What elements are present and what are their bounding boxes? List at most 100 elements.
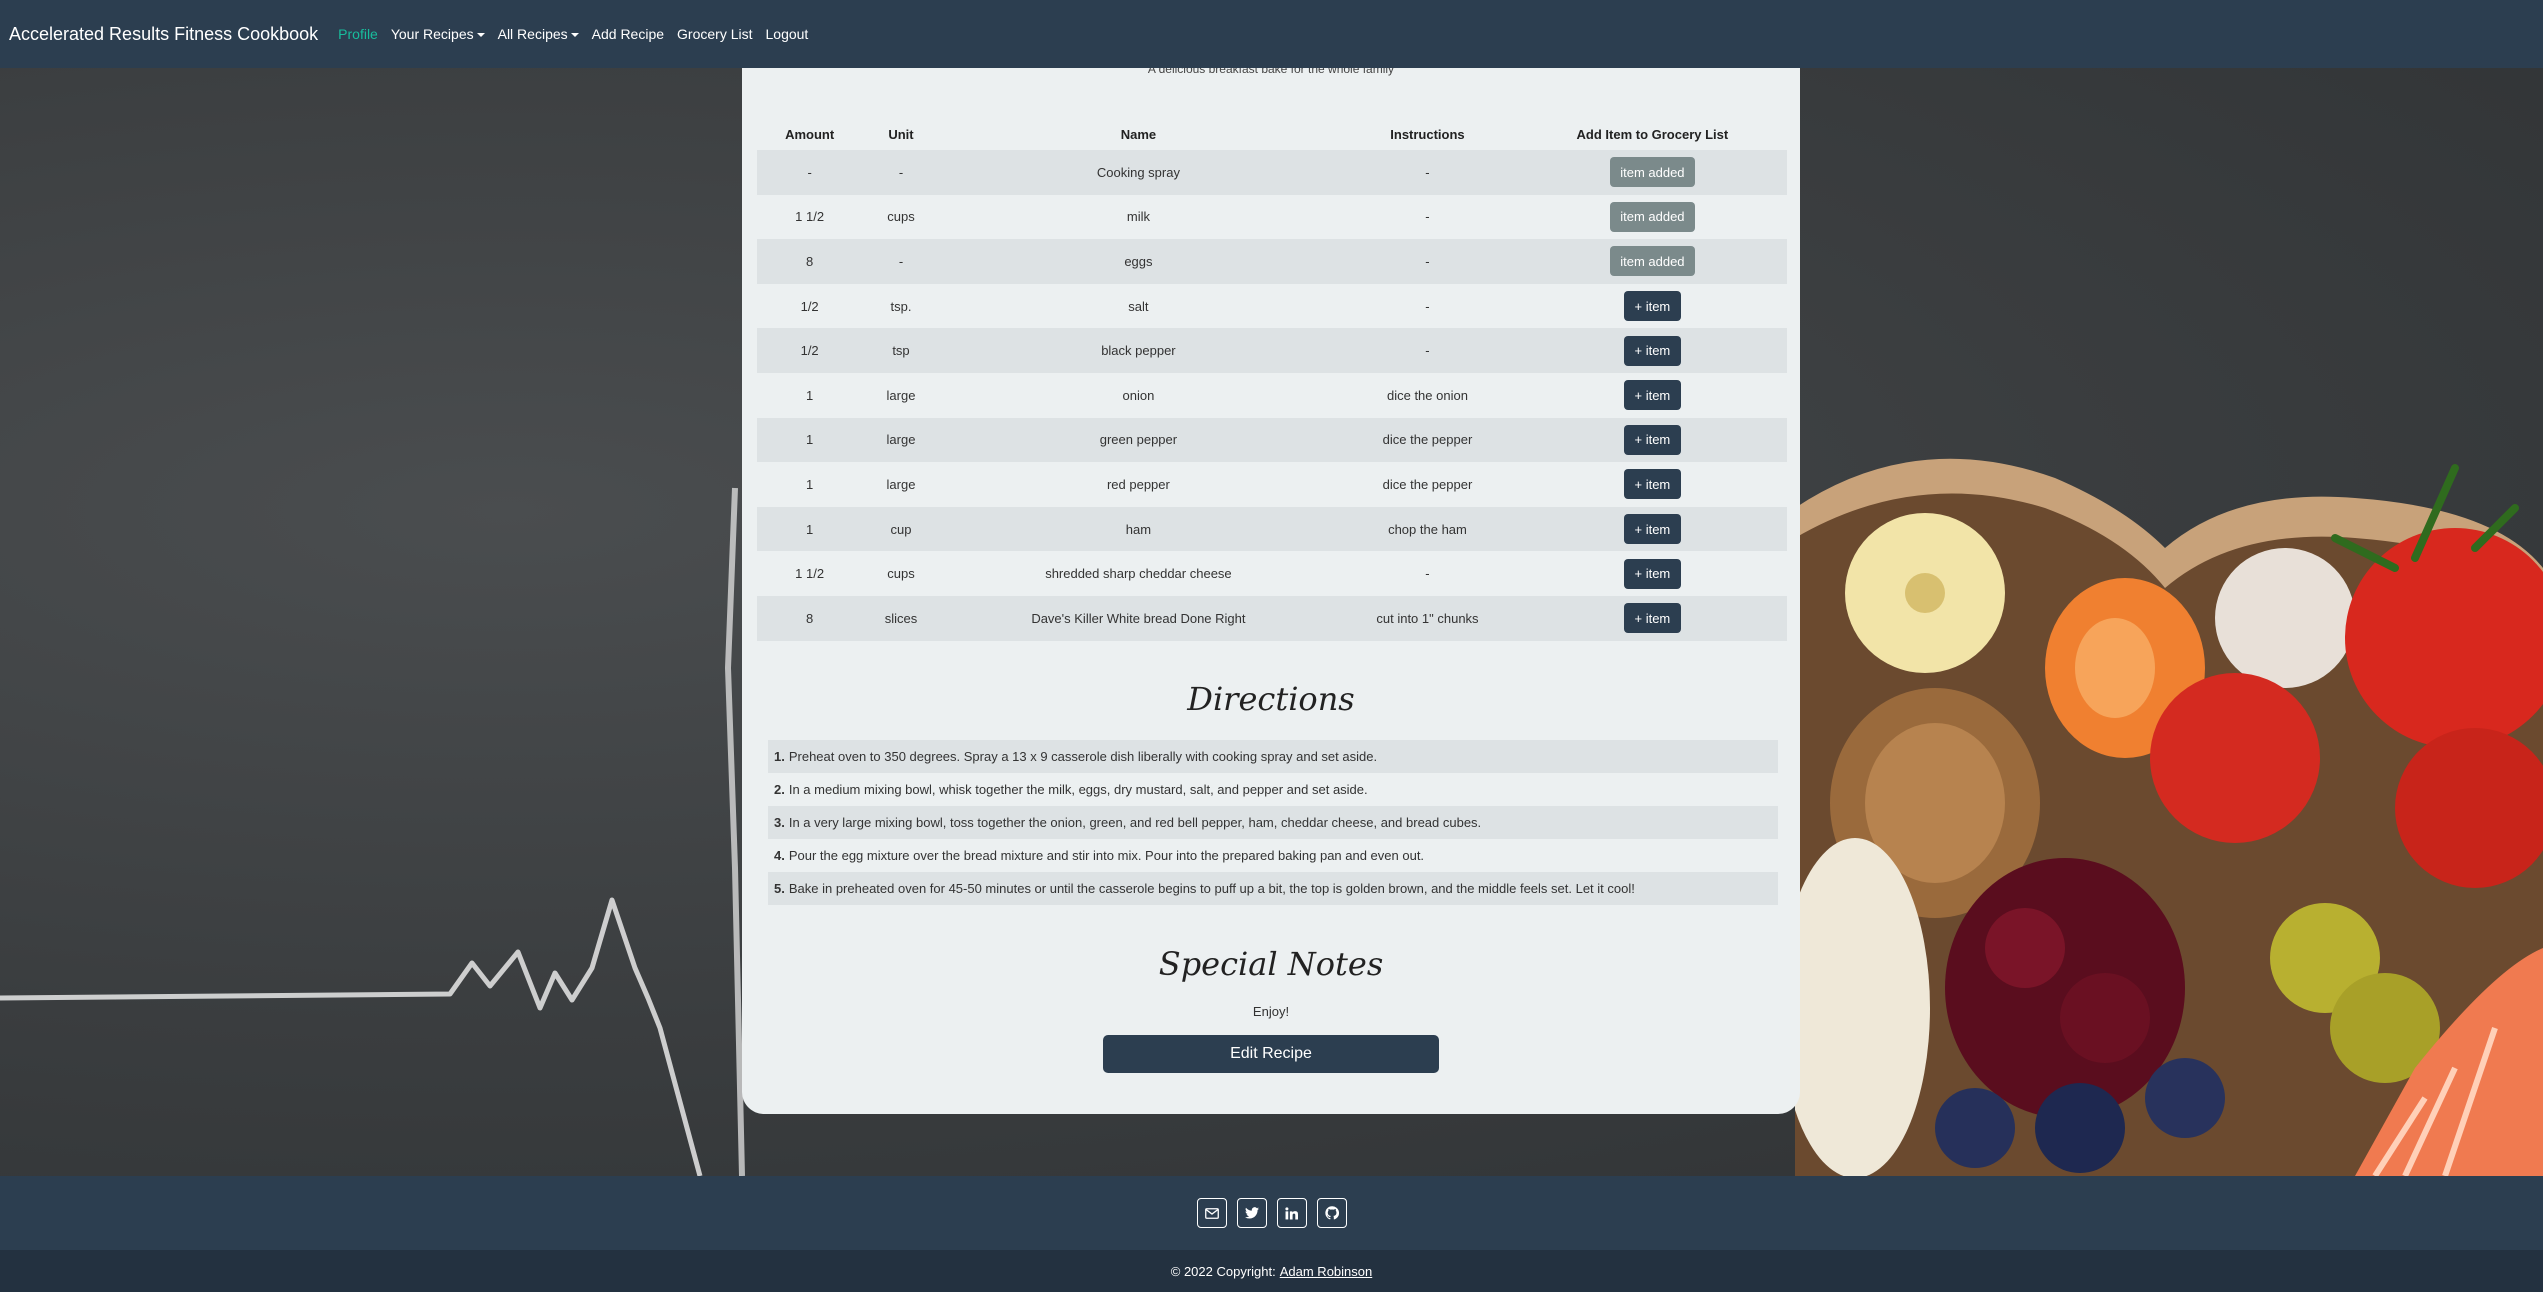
cell-name: green pepper [939, 417, 1338, 463]
add-item-button[interactable]: + item [1623, 335, 1682, 366]
envelope-icon[interactable] [1196, 1198, 1227, 1228]
cell-amount: 1 [757, 417, 863, 463]
add-item-button[interactable]: + item [1623, 424, 1682, 455]
cell-instructions: - [1425, 298, 1430, 314]
twitter-icon[interactable] [1236, 1198, 1267, 1228]
cell-unit: cups [887, 209, 915, 225]
table-row: 1/2 tsp. salt - + item [757, 284, 1787, 329]
table-row: 1 1/2 cups milk - item added [757, 195, 1787, 240]
chalk-heartbeat-line [0, 487, 745, 1176]
add-item-button[interactable]: + item [1623, 469, 1682, 500]
cell-amount: 1 [757, 506, 863, 552]
cell-instructions: dice the pepper [1337, 417, 1518, 463]
cell-instructions: - [1425, 209, 1430, 225]
nav-add-recipe-link[interactable]: Add Recipe [592, 26, 664, 42]
ingredients-table: Amount Unit Name Instructions Add Item t… [757, 118, 1787, 641]
cell-name: red pepper [1106, 476, 1170, 492]
cell-instructions: chop the ham [1337, 506, 1518, 552]
cell-name: Dave's Killer White bread Done Right [939, 595, 1338, 641]
cell-unit: - [862, 150, 940, 195]
footer-social [0, 1176, 2543, 1250]
directions-list: 1. Preheat oven to 350 degrees. Spray a 1… [768, 740, 1778, 905]
cell-action: + item [1518, 284, 1787, 329]
cell-amount: 1 1/2 [795, 209, 825, 225]
brand-link[interactable]: Accelerated Results Fitness Cookbook [9, 24, 318, 45]
caret-down-icon [476, 33, 485, 38]
recipe-card: A delicious breakfast bake for the whole… [742, 62, 1800, 1114]
cell-instructions: dice the pepper [1382, 476, 1473, 492]
copyright-text: © 2022 Copyright: [1170, 1263, 1276, 1279]
food-heart-image [1795, 458, 2543, 1176]
cell-action: item added [1517, 239, 1787, 284]
directions-title: Directions [1187, 680, 1355, 718]
cell-amount: 1/2 [757, 328, 863, 373]
footer-copyright: © 2022 Copyright: Adam Robinson [0, 1250, 2543, 1292]
cell-unit: slices [862, 595, 940, 641]
step-text: In a medium mixing bowl, whisk together … [788, 782, 1368, 797]
direction-step: 5. Bake in preheated oven for 45-50 minut… [768, 872, 1778, 905]
special-notes-title: Special Notes [1158, 945, 1384, 983]
cell-unit: tsp. [890, 298, 912, 314]
add-item-button[interactable]: + item [1623, 291, 1682, 322]
nav-your-recipes-dropdown[interactable]: Your Recipes [391, 26, 485, 42]
table-row: 1 large red pepper dice the pepper + ite… [757, 462, 1787, 507]
item-added-button[interactable]: item added [1610, 157, 1695, 188]
cell-instructions: dice the onion [1386, 387, 1468, 403]
header-amount: Amount [785, 126, 835, 142]
github-icon[interactable] [1316, 1198, 1347, 1228]
nav-your-recipes-label: Your Recipes [390, 26, 474, 42]
cell-action: item added [1517, 150, 1787, 195]
navbar: Accelerated Results Fitness Cookbook Pro… [0, 0, 2543, 68]
step-text: Pour the egg mixture over the bread mixt… [788, 848, 1425, 863]
special-notes-text: Enjoy! [1252, 1004, 1290, 1019]
cell-unit: large [886, 476, 916, 492]
cell-instructions: - [1425, 566, 1430, 582]
add-item-button[interactable]: + item [1623, 558, 1682, 589]
cell-amount: 1/2 [800, 298, 819, 314]
cell-action: + item [1517, 595, 1787, 641]
step-text: Bake in preheated oven for 45-50 minutes… [788, 881, 1635, 896]
add-item-button[interactable]: + item [1623, 603, 1682, 634]
add-item-button[interactable]: + item [1623, 380, 1682, 411]
step-text: In a very large mixing bowl, toss togeth… [788, 815, 1482, 830]
nav-logout-link[interactable]: Logout [766, 26, 809, 42]
step-number: 3. [774, 815, 785, 830]
cell-name: milk [1126, 209, 1150, 225]
cell-action: + item [1517, 328, 1787, 373]
table-row: - - Cooking spray - item added [757, 150, 1787, 195]
table-row: 1 large onion dice the onion + item [757, 373, 1787, 418]
linkedin-icon[interactable] [1276, 1198, 1307, 1228]
header-name: Name [1120, 126, 1157, 142]
table-row: 1 1/2 cups shredded sharp cheddar cheese… [757, 551, 1787, 596]
cell-amount: 1 [806, 387, 814, 403]
nav-profile-link[interactable]: Profile [338, 26, 378, 42]
table-row: 1/2 tsp black pepper - + item [757, 328, 1787, 373]
cell-unit: large [862, 417, 940, 463]
cell-action: item added [1518, 195, 1787, 240]
header-instructions: Instructions [1390, 126, 1465, 142]
direction-step: 4. Pour the egg mixture over the bread mi… [768, 839, 1778, 872]
add-item-button[interactable]: + item [1623, 514, 1682, 545]
cell-instructions: cut into 1" chunks [1337, 595, 1518, 641]
cell-action: + item [1518, 373, 1787, 418]
step-number: 5. [774, 881, 785, 896]
cell-instructions: - [1337, 328, 1518, 373]
cell-amount: - [757, 150, 863, 195]
header-unit: Unit [888, 126, 914, 142]
table-row: 8 - eggs - item added [757, 239, 1787, 284]
table-header-row: Amount Unit Name Instructions Add Item t… [757, 118, 1787, 150]
nav-grocery-list-link[interactable]: Grocery List [677, 26, 752, 42]
item-added-button[interactable]: item added [1610, 201, 1695, 232]
author-link[interactable]: Adam Robinson [1280, 1264, 1373, 1279]
cell-name: salt [1128, 298, 1149, 314]
nav-all-recipes-dropdown[interactable]: All Recipes [498, 26, 579, 42]
cell-amount: 8 [757, 239, 863, 284]
table-row: 8 slices Dave's Killer White bread Done … [757, 595, 1787, 641]
cell-unit: cup [862, 506, 940, 552]
cell-name: shredded sharp cheddar cheese [1045, 566, 1232, 582]
cell-unit: tsp [862, 328, 940, 373]
edit-recipe-button[interactable]: Edit Recipe [1103, 1035, 1439, 1073]
item-added-button[interactable]: item added [1610, 246, 1695, 277]
cell-unit: - [862, 239, 940, 284]
cell-action: + item [1517, 506, 1787, 552]
